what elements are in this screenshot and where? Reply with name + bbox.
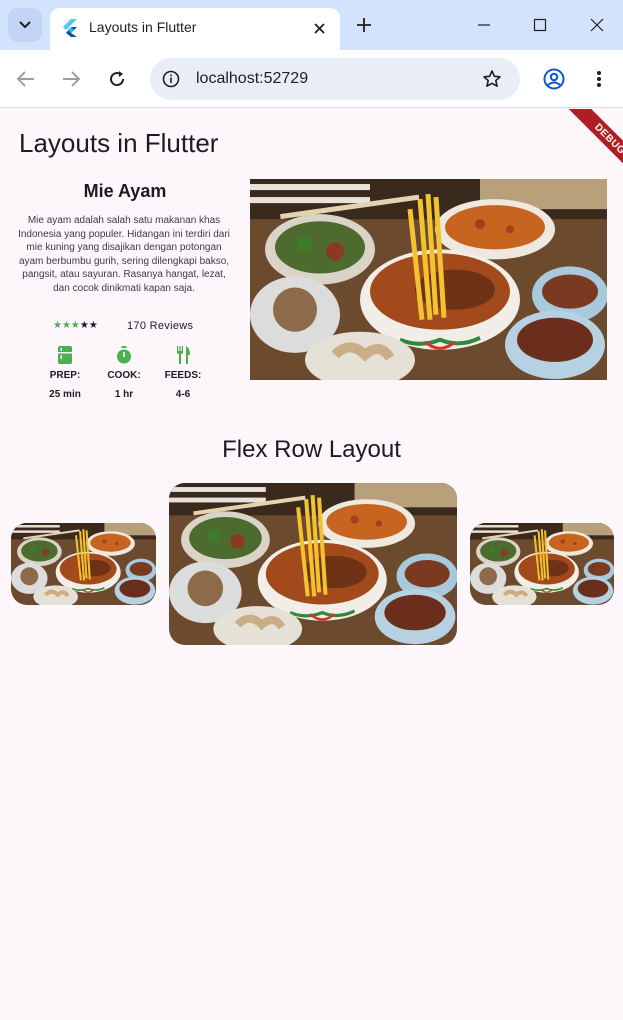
mie-ayam-photo [470, 523, 614, 605]
close-icon [313, 22, 325, 34]
minimize-icon [478, 24, 490, 26]
star-filled-icon: ★★★ [53, 320, 80, 331]
account-circle-icon [543, 68, 565, 90]
reload-button[interactable] [104, 66, 130, 92]
flex-image-center [169, 483, 457, 645]
mie-ayam-photo [169, 483, 457, 645]
info-cook-value: 1 hr [114, 389, 134, 400]
profile-button[interactable] [541, 66, 567, 92]
recipe-description: Mie ayam adalah salah satu makanan khas … [18, 215, 230, 294]
flex-image-right [470, 523, 614, 605]
new-tab-button[interactable] [352, 13, 376, 37]
star-outline-icon [483, 70, 501, 87]
browser-tab-strip: Layouts in Flutter [0, 0, 623, 50]
flutter-logo-icon [63, 19, 77, 37]
info-cook-label: COOK: [107, 370, 141, 381]
debug-label: DEBUG [565, 109, 623, 179]
site-info-button[interactable] [159, 67, 183, 91]
minimize-window-button[interactable] [472, 13, 496, 37]
kitchen-icon [58, 346, 72, 364]
recipe-image [250, 179, 607, 380]
info-feeds-label: FEEDS: [164, 370, 202, 381]
forward-button[interactable] [58, 66, 84, 92]
flex-section-title: Flex Row Layout [222, 436, 401, 463]
restaurant-icon [177, 346, 190, 364]
chevron-down-icon [19, 21, 31, 29]
page-title: Layouts in Flutter [19, 128, 219, 158]
arrow-right-icon [63, 71, 80, 87]
info-prep: PREP: 25 min [35, 346, 95, 400]
browser-menu-button[interactable] [586, 66, 612, 92]
mie-ayam-photo [11, 523, 156, 605]
info-feeds-value: 4-6 [175, 389, 191, 400]
close-window-button[interactable] [585, 13, 609, 37]
timer-icon [117, 346, 131, 364]
star-rating: ★★★★★ [53, 320, 98, 331]
reload-icon [110, 71, 125, 87]
info-prep-label: PREP: [49, 370, 81, 381]
address-bar[interactable]: localhost:52729 [150, 58, 520, 100]
info-icon [162, 70, 180, 88]
more-vertical-icon [597, 71, 601, 87]
maximize-icon [533, 18, 547, 32]
maximize-window-button[interactable] [528, 13, 552, 37]
rating-row: ★★★★★ 170 Reviews [20, 320, 230, 334]
recipe-title: Mie Ayam [83, 181, 167, 201]
star-empty-icon: ★★ [79, 320, 98, 331]
info-cook: COOK: 1 hr [94, 346, 154, 400]
arrow-left-icon [17, 71, 34, 87]
close-icon [590, 18, 604, 32]
active-tab[interactable]: Layouts in Flutter [50, 8, 340, 50]
close-tab-button[interactable] [310, 19, 328, 37]
bookmark-button[interactable] [480, 67, 504, 91]
tab-title: Layouts in Flutter [89, 19, 197, 35]
back-button[interactable] [13, 66, 39, 92]
reviews-count: 170 Reviews [127, 320, 194, 332]
tab-search-button[interactable] [8, 8, 42, 42]
url-text: localhost:52729 [196, 70, 309, 87]
info-feeds: FEEDS: 4-6 [153, 346, 213, 400]
flex-image-left [11, 523, 156, 605]
debug-banner: DEBUG [553, 109, 623, 179]
info-prep-value: 25 min [49, 389, 81, 400]
plus-icon [357, 18, 371, 32]
browser-toolbar: localhost:52729 [0, 50, 623, 108]
mie-ayam-photo [250, 179, 607, 380]
